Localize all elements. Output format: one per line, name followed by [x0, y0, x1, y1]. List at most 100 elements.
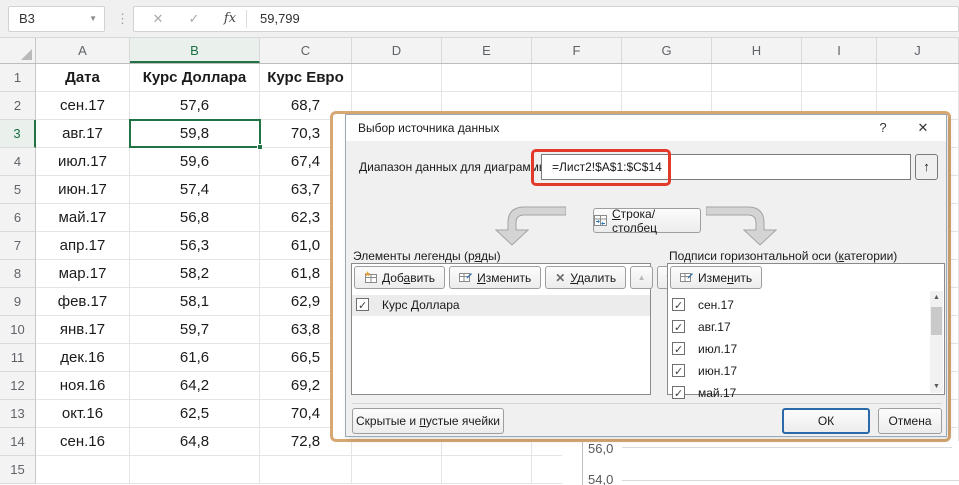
- add-series-button[interactable]: Добавить: [354, 266, 445, 289]
- column-header-I[interactable]: I: [802, 38, 877, 63]
- row-header-12[interactable]: 12: [0, 372, 36, 400]
- cell-B10[interactable]: 59,7: [130, 316, 260, 344]
- row-header-8[interactable]: 8: [0, 260, 36, 288]
- cell-A3[interactable]: авг.17: [36, 120, 130, 148]
- row-header-7[interactable]: 7: [0, 232, 36, 260]
- cell-E1[interactable]: [442, 64, 532, 92]
- cell-D1[interactable]: [352, 64, 442, 92]
- cell-A6[interactable]: май.17: [36, 204, 130, 232]
- row-header-9[interactable]: 9: [0, 288, 36, 316]
- cell-D15[interactable]: [352, 456, 442, 484]
- row-header-3[interactable]: 3: [0, 120, 36, 148]
- scroll-up-icon[interactable]: ▲: [930, 291, 943, 304]
- checkbox[interactable]: ✓: [672, 320, 685, 333]
- scrollbar-thumb[interactable]: [931, 307, 942, 335]
- row-header-10[interactable]: 10: [0, 316, 36, 344]
- column-header-G[interactable]: G: [622, 38, 712, 63]
- row-header-4[interactable]: 4: [0, 148, 36, 176]
- cell-B8[interactable]: 58,2: [130, 260, 260, 288]
- row-header-6[interactable]: 6: [0, 204, 36, 232]
- cell-B14[interactable]: 64,8: [130, 428, 260, 456]
- cell-A7[interactable]: апр.17: [36, 232, 130, 260]
- cell-A15[interactable]: [36, 456, 130, 484]
- fill-handle[interactable]: [257, 144, 263, 150]
- cell-B13[interactable]: 62,5: [130, 400, 260, 428]
- chart-fragment[interactable]: 56,0 54,0: [562, 441, 959, 485]
- cell-C15[interactable]: [260, 456, 352, 484]
- cell-B5[interactable]: 57,4: [130, 176, 260, 204]
- category-item-row[interactable]: ✓сен.17: [668, 295, 944, 316]
- cell-B11[interactable]: 61,6: [130, 344, 260, 372]
- checkbox[interactable]: ✓: [356, 298, 369, 311]
- cell-A5[interactable]: июн.17: [36, 176, 130, 204]
- cell-H1[interactable]: [712, 64, 802, 92]
- range-input[interactable]: =Лист2!$A$1:$C$14: [541, 154, 911, 180]
- cell-A12[interactable]: ноя.16: [36, 372, 130, 400]
- scroll-down-icon[interactable]: ▼: [930, 380, 943, 393]
- cell-C1[interactable]: Курс Евро: [260, 64, 352, 92]
- cell-B7[interactable]: 56,3: [130, 232, 260, 260]
- select-all-corner[interactable]: [0, 38, 36, 63]
- edit-series-button[interactable]: Изменить: [449, 266, 541, 289]
- cell-B1[interactable]: Курс Доллара: [130, 64, 260, 92]
- column-header-B[interactable]: B: [130, 38, 260, 63]
- cell-B4[interactable]: 59,6: [130, 148, 260, 176]
- formula-bar[interactable]: 59,799: [246, 7, 954, 31]
- chevron-down-icon[interactable]: ▼: [89, 7, 97, 31]
- column-header-E[interactable]: E: [442, 38, 532, 63]
- cell-B15[interactable]: [130, 456, 260, 484]
- enter-icon[interactable]: ✓: [182, 7, 206, 31]
- cell-A11[interactable]: дек.16: [36, 344, 130, 372]
- category-item-row[interactable]: ✓июн.17: [668, 361, 944, 382]
- collapse-dialog-button[interactable]: ↑: [915, 154, 938, 180]
- cell-J1[interactable]: [877, 64, 959, 92]
- legend-item-row[interactable]: ✓Курс Доллара: [352, 295, 650, 316]
- cell-B12[interactable]: 64,2: [130, 372, 260, 400]
- row-header-1[interactable]: 1: [0, 64, 36, 92]
- cell-A1[interactable]: Дата: [36, 64, 130, 92]
- name-box[interactable]: B3 ▼: [8, 6, 105, 32]
- column-header-A[interactable]: A: [36, 38, 130, 63]
- close-icon[interactable]: ✕: [908, 115, 938, 141]
- cancel-icon[interactable]: ✕: [146, 7, 170, 31]
- cell-B2[interactable]: 57,6: [130, 92, 260, 120]
- cell-E15[interactable]: [442, 456, 532, 484]
- cell-A4[interactable]: июл.17: [36, 148, 130, 176]
- help-button[interactable]: ?: [870, 115, 896, 141]
- checkbox[interactable]: ✓: [672, 364, 685, 377]
- checkbox[interactable]: ✓: [672, 298, 685, 311]
- column-header-H[interactable]: H: [712, 38, 802, 63]
- cell-A13[interactable]: окт.16: [36, 400, 130, 428]
- cell-A10[interactable]: янв.17: [36, 316, 130, 344]
- row-header-5[interactable]: 5: [0, 176, 36, 204]
- move-up-button[interactable]: ▲: [630, 266, 653, 289]
- cell-F1[interactable]: [532, 64, 622, 92]
- scrollbar[interactable]: ▲ ▼: [930, 291, 943, 393]
- ok-button[interactable]: ОК: [782, 408, 870, 434]
- row-header-15[interactable]: 15: [0, 456, 36, 484]
- delete-series-button[interactable]: ✕ Удалить: [545, 266, 626, 289]
- cell-A14[interactable]: сен.16: [36, 428, 130, 456]
- checkbox[interactable]: ✓: [672, 386, 685, 399]
- row-header-13[interactable]: 13: [0, 400, 36, 428]
- row-header-14[interactable]: 14: [0, 428, 36, 456]
- switch-row-column-button[interactable]: Строка/столбец: [593, 208, 701, 233]
- hidden-empty-cells-button[interactable]: Скрытые и пустые ячейки: [352, 408, 504, 434]
- cell-A9[interactable]: фев.17: [36, 288, 130, 316]
- column-header-D[interactable]: D: [352, 38, 442, 63]
- insert-function-icon[interactable]: fx: [218, 7, 242, 31]
- row-header-11[interactable]: 11: [0, 344, 36, 372]
- cell-A2[interactable]: сен.17: [36, 92, 130, 120]
- column-header-C[interactable]: C: [260, 38, 352, 63]
- category-item-row[interactable]: ✓июл.17: [668, 339, 944, 360]
- cell-A8[interactable]: мар.17: [36, 260, 130, 288]
- cell-I1[interactable]: [802, 64, 877, 92]
- row-header-2[interactable]: 2: [0, 92, 36, 120]
- column-header-J[interactable]: J: [877, 38, 959, 63]
- cancel-button[interactable]: Отмена: [878, 408, 942, 434]
- cell-B9[interactable]: 58,1: [130, 288, 260, 316]
- cell-B6[interactable]: 56,8: [130, 204, 260, 232]
- checkbox[interactable]: ✓: [672, 342, 685, 355]
- edit-categories-button[interactable]: Изменить: [670, 266, 762, 289]
- category-item-row[interactable]: ✓май.17: [668, 383, 944, 404]
